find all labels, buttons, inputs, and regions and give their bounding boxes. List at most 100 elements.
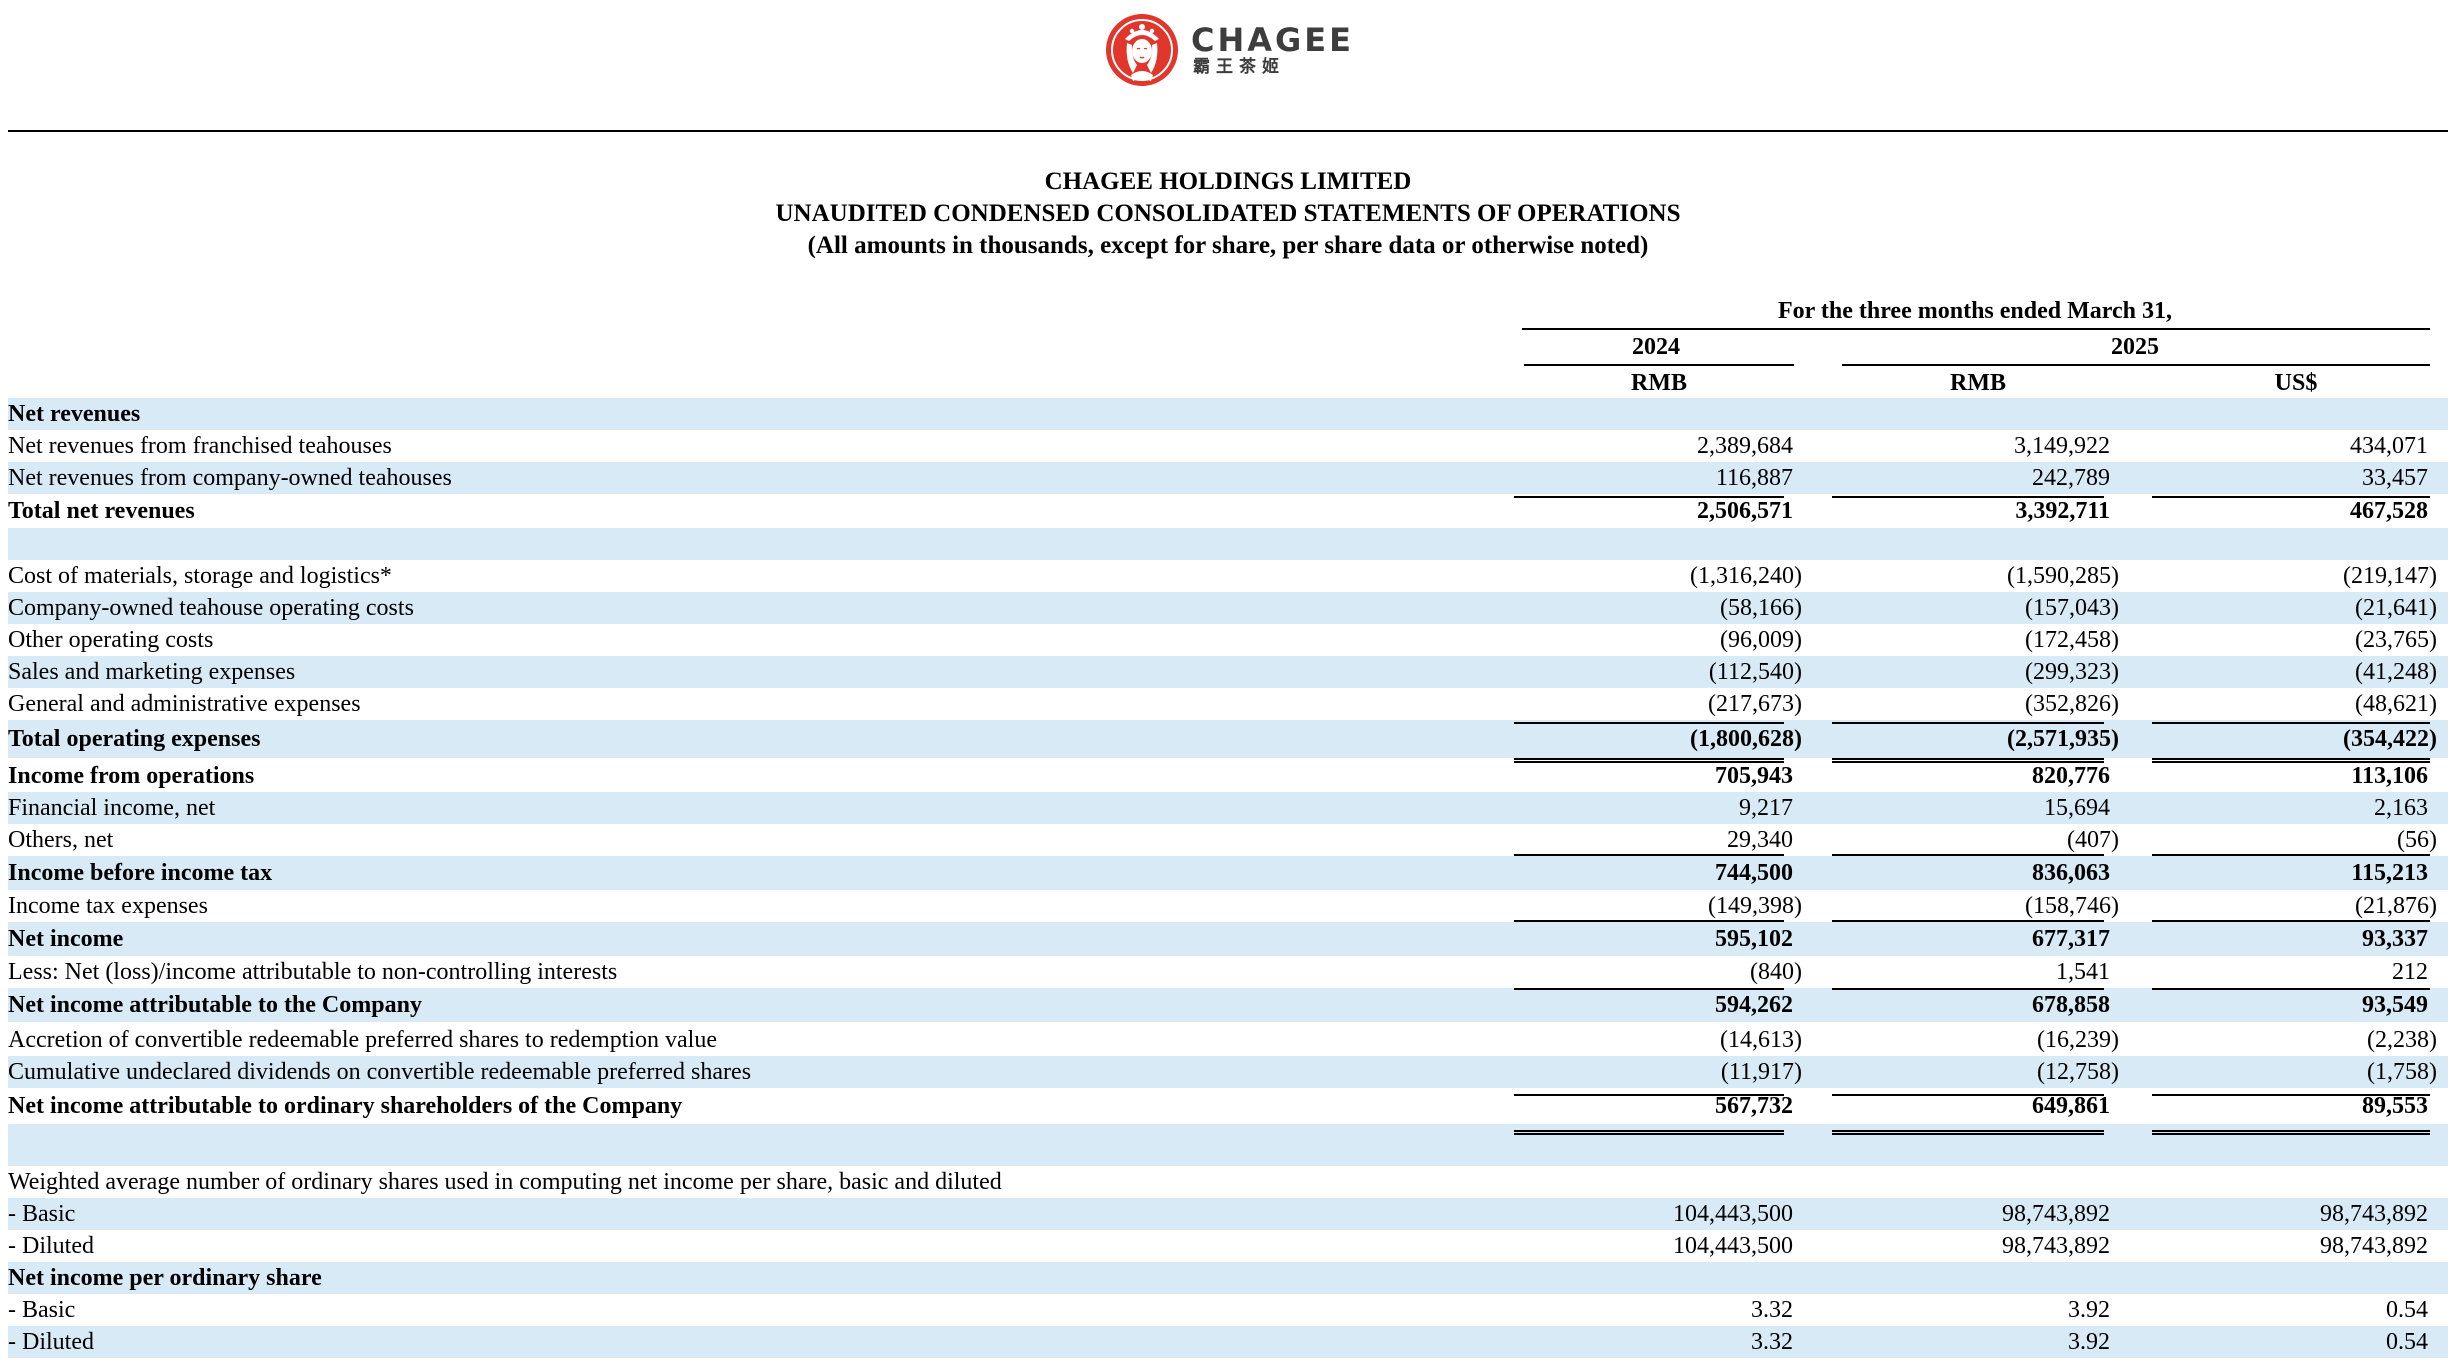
row-label: Net income: [8, 926, 124, 952]
value-2024-rmb: 3.32: [1751, 1329, 1793, 1355]
value-2025-usd: 98,743,892: [2320, 1233, 2428, 1259]
row-label: Net income attributable to the Company: [8, 992, 422, 1018]
value-2024-rmb: 104,443,500: [1673, 1201, 1793, 1227]
value-2025-usd: (48,621): [2355, 691, 2437, 717]
value-2024-rmb: (11,917): [1720, 1059, 1802, 1085]
row-label: Other operating costs: [8, 627, 214, 653]
subtotal-rule: [1832, 988, 2104, 990]
double-underline: [2152, 1130, 2430, 1135]
row-label: Net income per ordinary share: [8, 1265, 322, 1291]
company-name: CHAGEE HOLDINGS LIMITED: [1044, 168, 1412, 195]
row-label: Cost of materials, storage and logistics…: [8, 563, 392, 589]
subtotal-rule: [1832, 920, 2104, 922]
value-2024-rmb: (112,540): [1708, 659, 1802, 685]
value-2025-usd: 0.54: [2386, 1329, 2428, 1355]
value-2025-usd: 2,163: [2374, 795, 2428, 821]
row-label: Net revenues: [8, 401, 141, 427]
value-2025-rmb: 820,776: [2032, 763, 2110, 789]
value-2025-usd: (21,641): [2355, 595, 2437, 621]
subtotal-rule: [1514, 722, 1784, 724]
value-2024-rmb: 29,340: [1727, 827, 1793, 853]
value-2025-usd: (23,765): [2355, 627, 2437, 653]
table-row: - Diluted 3.32 3.92 0.54: [8, 1326, 2448, 1358]
value-2025-rmb: 1,541: [2056, 959, 2110, 985]
table-row: Income before income tax 744,500 836,063 11…: [8, 856, 2448, 890]
subtotal-rule: [1514, 920, 1784, 922]
row-label: Total operating expenses: [8, 726, 261, 752]
row-label: Income before income tax: [8, 860, 273, 886]
double-underline: [1514, 1130, 1784, 1135]
value-2025-usd: 467,528: [2350, 498, 2428, 524]
table-row: [8, 528, 2448, 560]
subtotal-rule: [1514, 854, 1784, 856]
row-label: General and administrative expenses: [8, 691, 361, 717]
subtotal-rule: [1514, 1094, 1784, 1096]
row-label: Company-owned teahouse operating costs: [8, 595, 414, 621]
value-2025-rmb: 3,149,922: [2014, 433, 2110, 459]
value-2025-rmb: 3,392,711: [2015, 498, 2110, 524]
value-2024-rmb: 9,217: [1739, 795, 1793, 821]
value-2024-rmb: 744,500: [1715, 860, 1793, 886]
table-row: Others, net 29,340 (407) (56): [8, 824, 2448, 856]
row-label: - Diluted: [8, 1329, 94, 1355]
value-2024-rmb: (58,166): [1720, 595, 1802, 621]
statement-note: (All amounts in thousands, except for sh…: [807, 232, 1649, 259]
value-2025-usd: 98,743,892: [2320, 1201, 2428, 1227]
row-label: Weighted average number of ordinary shar…: [8, 1169, 1002, 1195]
value-2025-usd: 212: [2392, 959, 2428, 985]
value-2025-rmb: (2,571,935): [2007, 726, 2119, 752]
double-underline: [1514, 758, 1784, 763]
value-2024-rmb: 2,506,571: [1697, 498, 1793, 524]
value-2025-rmb: 3.92: [2068, 1329, 2110, 1355]
value-2025-rmb: (16,239): [2037, 1027, 2119, 1053]
table-row: Net income 595,102 677,317 93,337: [8, 922, 2448, 956]
row-label: - Basic: [8, 1297, 76, 1323]
currency-2025-usd: US$: [2274, 370, 2318, 396]
table-row: Accretion of convertible redeemable pref…: [8, 1024, 2448, 1056]
value-2025-usd: 93,337: [2362, 926, 2428, 952]
value-2025-rmb: 678,858: [2032, 992, 2110, 1018]
value-2024-rmb: 2,389,684: [1697, 433, 1793, 459]
value-2025-usd: 93,549: [2362, 992, 2428, 1018]
value-2025-rmb: (407): [2067, 827, 2119, 853]
table-row: Net revenues from franchised teahouses 2,…: [8, 430, 2448, 462]
period-header: For the three months ended March 31,: [1778, 298, 2172, 324]
table-row: - Basic 104,443,500 98,743,892 98,743,892: [8, 1198, 2448, 1230]
table-row: Net income per ordinary share: [8, 1262, 2448, 1294]
table-row: Less: Net (loss)/income attributable to …: [8, 956, 2448, 988]
value-2025-usd: (56): [2397, 827, 2437, 853]
value-2025-rmb: (1,590,285): [2007, 563, 2119, 589]
subtotal-rule: [1514, 988, 1784, 990]
value-2024-rmb: (1,316,240): [1690, 563, 1802, 589]
value-2025-usd: (1,758): [2367, 1059, 2437, 1085]
subtotal-rule: [2152, 988, 2430, 990]
value-2024-rmb: (1,800,628): [1690, 726, 1802, 752]
value-2025-usd: (354,422): [2343, 726, 2437, 752]
table-row: Cumulative undeclared dividends on conve…: [8, 1056, 2448, 1088]
subtotal-rule: [1514, 496, 1784, 498]
row-label: Sales and marketing expenses: [8, 659, 296, 685]
subtotal-rule: [1832, 722, 2104, 724]
row-label: - Diluted: [8, 1233, 94, 1259]
table-row: Cost of materials, storage and logistics…: [8, 560, 2448, 592]
value-2024-rmb: (217,673): [1708, 691, 1802, 717]
table-row: - Basic 3.32 3.92 0.54: [8, 1294, 2448, 1326]
value-2024-rmb: (149,398): [1708, 893, 1802, 919]
year-2025-rule: [1842, 364, 2430, 366]
value-2025-usd: 33,457: [2362, 465, 2428, 491]
value-2025-rmb: 836,063: [2032, 860, 2110, 886]
table-row: Net revenues: [8, 398, 2448, 430]
statement-title: UNAUDITED CONDENSED CONSOLIDATED STATEME…: [775, 200, 1681, 227]
table-row: Total operating expenses (1,800,628) (2,57…: [8, 720, 2448, 758]
row-label: Income tax expenses: [8, 893, 208, 919]
row-label: Income from operations: [8, 763, 255, 789]
value-2024-rmb: (14,613): [1720, 1027, 1802, 1053]
company-logo: CHAGEE 霸王茶姬: [1105, 10, 1354, 90]
row-label: Net income attributable to ordinary shar…: [8, 1093, 683, 1119]
value-2025-rmb: (352,826): [2025, 691, 2119, 717]
value-2025-usd: 113,106: [2351, 763, 2428, 789]
value-2025-rmb: (157,043): [2025, 595, 2119, 621]
subtotal-rule: [2152, 854, 2430, 856]
subtotal-rule: [2152, 1094, 2430, 1096]
subtotal-rule: [1832, 496, 2104, 498]
